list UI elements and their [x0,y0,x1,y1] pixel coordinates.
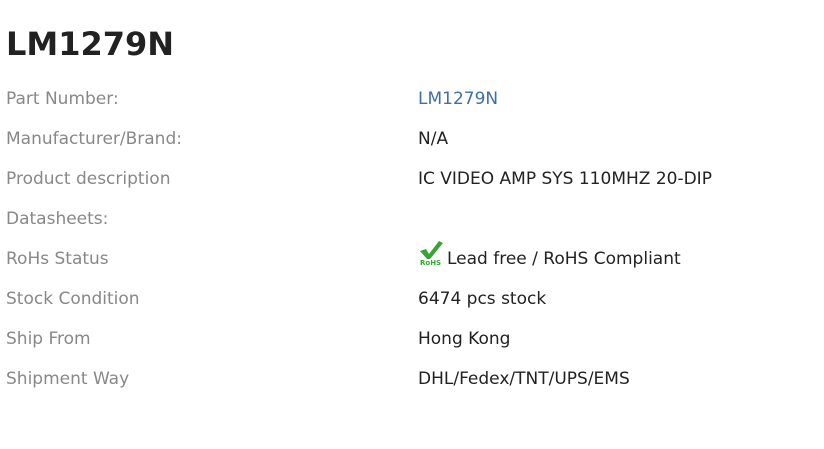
page-title: LM1279N [6,25,175,63]
spec-value: DHL/Fedex/TNT/UPS/EMS [418,369,630,389]
spec-label: Ship From [6,329,91,349]
spec-row-shipment-way: Shipment Way DHL/Fedex/TNT/UPS/EMS [6,359,824,399]
spec-label: RoHs Status [6,249,109,269]
spec-value: IC VIDEO AMP SYS 110MHZ 20-DIP [418,169,712,189]
spec-row-rohs: RoHs Status RoHS Lead free / RoHS Compli… [6,239,824,279]
rohs-status-value: RoHS Lead free / RoHS Compliant [418,239,681,279]
rohs-icon-label: RoHS [420,259,441,266]
spec-label: Stock Condition [6,289,140,309]
spec-value: Hong Kong [418,329,511,349]
spec-table: Part Number: LM1279N Manufacturer/Brand:… [6,79,824,399]
spec-value: 6474 pcs stock [418,289,547,309]
spec-row-part-number: Part Number: LM1279N [6,79,824,119]
spec-row-stock: Stock Condition 6474 pcs stock [6,279,824,319]
spec-row-ship-from: Ship From Hong Kong [6,319,824,359]
spec-label: Datasheets: [6,209,109,229]
spec-label: Manufacturer/Brand: [6,129,182,149]
spec-row-datasheets: Datasheets: [6,199,824,239]
rohs-check-icon: RoHS [418,240,444,266]
spec-value: N/A [418,129,449,149]
part-number-link[interactable]: LM1279N [418,79,498,119]
spec-label: Shipment Way [6,369,130,389]
spec-label: Product description [6,169,171,189]
spec-row-description: Product description IC VIDEO AMP SYS 110… [6,159,824,199]
spec-row-manufacturer: Manufacturer/Brand: N/A [6,119,824,159]
spec-label: Part Number: [6,89,119,109]
rohs-status-text: Lead free / RoHS Compliant [447,249,681,269]
